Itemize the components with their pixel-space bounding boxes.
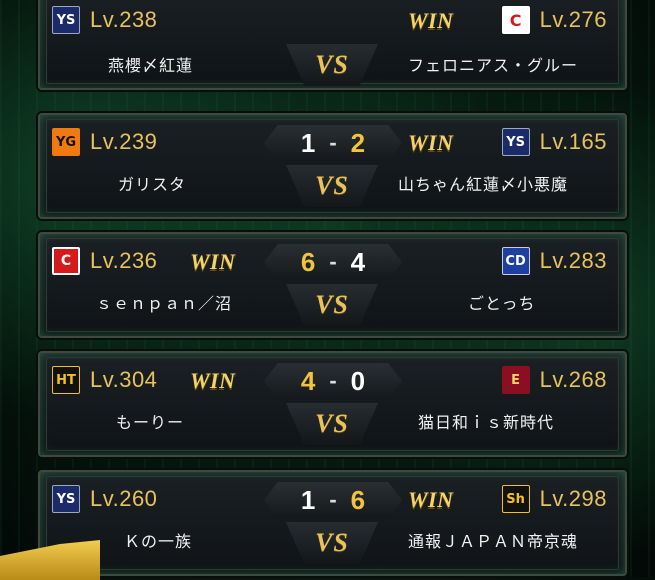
left-player-name: もーりー bbox=[116, 413, 185, 432]
left-player-name: ガリスタ bbox=[118, 175, 187, 194]
left-score: 1 bbox=[300, 484, 316, 515]
right-player-name: 山ちゃん紅蓮〆小悪魔 bbox=[398, 175, 569, 194]
right-team: E Lv.268 bbox=[501, 366, 607, 394]
left-team: HT Lv.304 bbox=[52, 366, 157, 394]
right-score: 2 bbox=[350, 127, 366, 158]
left-score: 1 bbox=[300, 127, 316, 158]
win-badge: WIN bbox=[408, 8, 454, 33]
left-player-name: 燕櫻〆紅蓮 bbox=[108, 56, 194, 75]
vs-badge: VS bbox=[286, 165, 378, 207]
back-arrow-icon[interactable] bbox=[0, 540, 100, 580]
match-card[interactable]: HT Lv.304 WIN 4 - 0 E Lv.268 もーりー VS 猫日和… bbox=[38, 351, 627, 457]
right-level: Lv.298 bbox=[539, 486, 607, 511]
right-level: Lv.276 bbox=[539, 7, 607, 32]
right-player-name: 通報ＪＡＰＡＮ帝京魂 bbox=[408, 532, 579, 551]
swallows-logo-icon: YS bbox=[52, 485, 80, 513]
right-team: CD Lv.283 bbox=[501, 247, 607, 275]
left-score: 4 bbox=[300, 365, 316, 396]
score-box: 6 - 4 bbox=[264, 244, 402, 280]
left-team: C Lv.236 bbox=[52, 247, 157, 275]
win-badge: WIN bbox=[190, 249, 236, 274]
vs-badge: VS bbox=[286, 44, 378, 86]
left-score: 6 bbox=[300, 246, 316, 277]
left-player-name: ｓｅｎｐａｎ／沼 bbox=[96, 294, 233, 313]
left-player-name: Ｋの一族 bbox=[124, 532, 193, 551]
left-level: Lv.236 bbox=[90, 248, 158, 273]
win-badge: WIN bbox=[408, 487, 454, 512]
swallows-logo-icon: YS bbox=[52, 6, 80, 34]
score-box: 1 - 6 bbox=[264, 482, 402, 518]
right-level: Lv.283 bbox=[539, 248, 607, 273]
score-box: 4 - 0 bbox=[264, 363, 402, 399]
right-score: 0 bbox=[350, 365, 366, 396]
carp-logo-icon: C bbox=[52, 247, 80, 275]
score-dash: - bbox=[329, 487, 337, 512]
hawks-logo-icon: Sh bbox=[501, 485, 530, 513]
match-card[interactable]: C Lv.236 WIN 6 - 4 CD Lv.283 ｓｅｎｐａｎ／沼 VS… bbox=[38, 232, 627, 338]
match-card[interactable]: YG Lv.239 1 - 2 WIN YS Lv.165 ガリスタ VS 山ち… bbox=[38, 113, 627, 219]
right-team: YS Lv.165 bbox=[501, 128, 607, 156]
score-box: 1 - 2 bbox=[264, 125, 402, 161]
score-dash: - bbox=[329, 249, 337, 274]
giants-logo-icon: YG bbox=[52, 128, 80, 156]
right-player-name: ごとっち bbox=[468, 294, 536, 313]
vs-badge: VS bbox=[286, 284, 378, 326]
right-score: 4 bbox=[350, 246, 366, 277]
vs-badge: VS bbox=[286, 403, 378, 445]
right-team: Sh Lv.298 bbox=[501, 485, 607, 513]
left-level: Lv.238 bbox=[90, 7, 158, 32]
left-team: YS Lv.238 bbox=[52, 6, 157, 34]
left-team: YS Lv.260 bbox=[52, 485, 157, 513]
dragons-logo-icon: CD bbox=[501, 247, 530, 275]
left-team: YG Lv.239 bbox=[52, 128, 157, 156]
right-level: Lv.165 bbox=[539, 129, 607, 154]
score-dash: - bbox=[329, 130, 337, 155]
right-player-name: 猫日和ｉｓ新時代 bbox=[418, 413, 555, 432]
swallows-logo-icon: YS bbox=[501, 128, 530, 156]
win-badge: WIN bbox=[190, 368, 236, 393]
carp-logo-icon: C bbox=[501, 6, 530, 34]
vs-badge: VS bbox=[286, 522, 378, 564]
eagles-logo-icon: E bbox=[501, 366, 530, 394]
tigers-logo-icon: HT bbox=[52, 366, 80, 394]
left-level: Lv.260 bbox=[90, 486, 158, 511]
match-card[interactable]: YS Lv.238 WIN C Lv.276 燕櫻〆紅蓮 VS フェロニアス・グ… bbox=[38, 0, 627, 90]
right-team: C Lv.276 bbox=[501, 6, 607, 34]
match-card[interactable]: YS Lv.260 1 - 6 WIN Sh Lv.298 Ｋの一族 VS 通報… bbox=[38, 470, 627, 576]
right-score: 6 bbox=[350, 484, 366, 515]
score-dash: - bbox=[329, 368, 337, 393]
right-player-name: フェロニアス・グルー bbox=[408, 56, 579, 75]
win-badge: WIN bbox=[408, 130, 454, 155]
right-level: Lv.268 bbox=[539, 367, 607, 392]
left-level: Lv.239 bbox=[90, 129, 158, 154]
left-level: Lv.304 bbox=[90, 367, 158, 392]
